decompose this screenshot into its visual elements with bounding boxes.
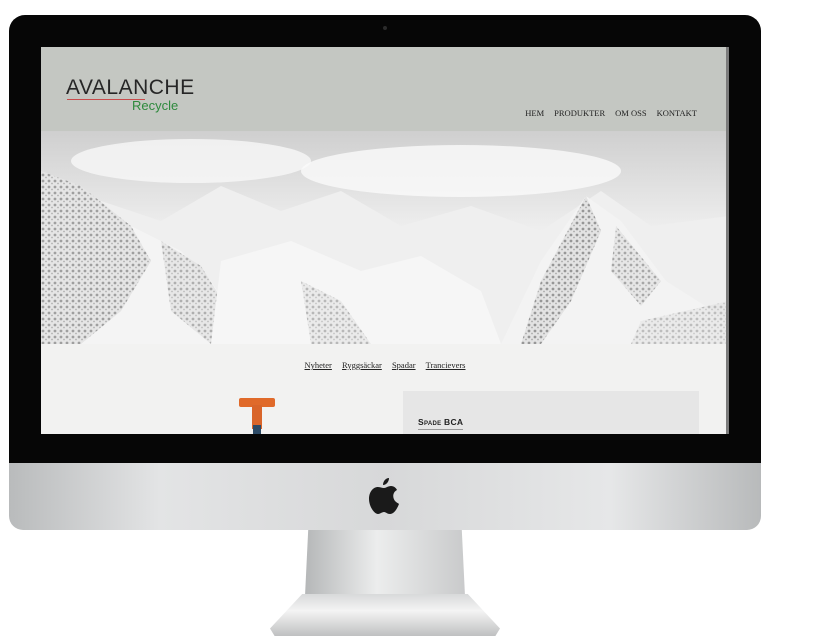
imac-stand-neck <box>305 530 465 596</box>
screen: AVALANCHE Recycle HEM PRODUKTER OM OSS K… <box>41 47 729 434</box>
brand-main: AVALANCHE <box>66 76 195 99</box>
nav-hem[interactable]: HEM <box>525 108 544 118</box>
camera-dot <box>383 26 387 30</box>
imac-stand-base <box>270 594 500 636</box>
mountain-illustration <box>41 131 729 344</box>
category-nyheter[interactable]: Nyheter <box>305 360 332 370</box>
main-nav: HEM PRODUKTER OM OSS KONTAKT <box>525 108 697 118</box>
product-title: Spade BCA <box>418 417 464 427</box>
category-trancievers[interactable]: Trancievers <box>426 360 466 370</box>
hero-mountain-image <box>41 131 729 344</box>
screen-edge <box>726 47 729 434</box>
nav-om-oss[interactable]: OM OSS <box>615 108 646 118</box>
category-ryggsackar[interactable]: Ryggsäckar <box>342 360 382 370</box>
nav-kontakt[interactable]: KONTAKT <box>657 108 697 118</box>
product-panel: Spade BCA <box>403 391 699 434</box>
apple-icon <box>369 478 399 514</box>
category-links: Nyheter Ryggsäckar Spadar Trancievers <box>41 360 729 370</box>
site-header: AVALANCHE Recycle HEM PRODUKTER OM OSS K… <box>41 47 729 131</box>
product-title-underline <box>418 429 463 430</box>
shovel-product-image[interactable] <box>237 398 277 434</box>
brand-sub: Recycle <box>132 98 179 113</box>
nav-produkter[interactable]: PRODUKTER <box>554 108 605 118</box>
site-logo[interactable]: AVALANCHE Recycle <box>66 76 195 113</box>
category-spadar[interactable]: Spadar <box>392 360 416 370</box>
